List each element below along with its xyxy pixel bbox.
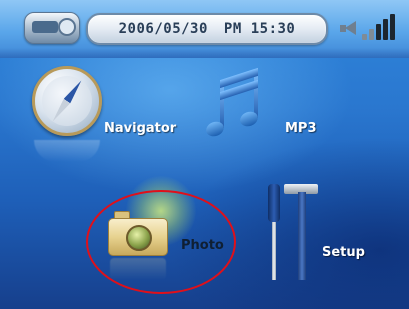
compass-icon[interactable] xyxy=(32,66,102,136)
tools-icon[interactable] xyxy=(260,184,320,284)
status-bar: 2006/05/30 PM 15:30 xyxy=(0,0,409,58)
home-screen: 2006/05/30 PM 15:30 Navigator MP3 Photo … xyxy=(0,0,409,309)
music-note-icon[interactable] xyxy=(200,66,270,139)
compass-reflection xyxy=(34,140,100,162)
datetime-display: 2006/05/30 PM 15:30 xyxy=(86,13,328,45)
menu-label-mp3[interactable]: MP3 xyxy=(285,121,317,136)
speaker-icon[interactable] xyxy=(340,21,360,35)
photo-highlight-circle xyxy=(86,190,236,294)
time-text: PM 15:30 xyxy=(223,21,296,37)
signal-strength-icon xyxy=(362,14,396,40)
date-text: 2006/05/30 xyxy=(118,21,208,37)
gps-device-icon xyxy=(24,12,80,44)
menu-label-navigator[interactable]: Navigator xyxy=(104,121,176,136)
menu-label-setup[interactable]: Setup xyxy=(322,245,365,260)
